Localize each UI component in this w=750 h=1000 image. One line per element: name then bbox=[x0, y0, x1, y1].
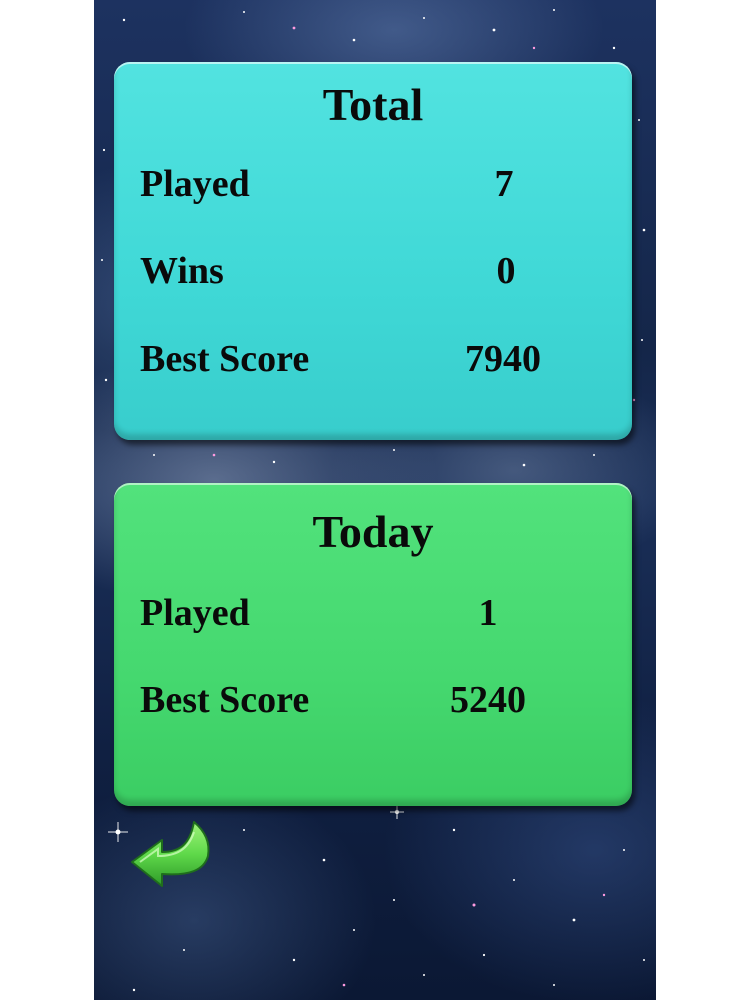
back-arrow-icon bbox=[131, 821, 210, 887]
total-wins-label: Wins bbox=[140, 250, 224, 292]
total-best-score-label: Best Score bbox=[140, 338, 310, 380]
game-stats-screen: Total Played 7 Wins 0 Best Score 7940 To… bbox=[94, 0, 656, 1000]
today-played-value: 1 bbox=[478, 592, 498, 634]
today-stats-panel: Today Played 1 Best Score 5240 bbox=[114, 483, 632, 806]
back-button[interactable] bbox=[128, 814, 218, 894]
today-best-score-value: 5240 bbox=[450, 679, 526, 721]
total-best-score-value: 7940 bbox=[465, 338, 541, 380]
total-wins-value: 0 bbox=[496, 250, 516, 292]
today-best-score-label: Best Score bbox=[140, 679, 310, 721]
total-played-value: 7 bbox=[494, 163, 514, 205]
total-stats-panel: Total Played 7 Wins 0 Best Score 7940 bbox=[114, 62, 632, 440]
today-title: Today bbox=[312, 506, 434, 557]
total-played-label: Played bbox=[140, 163, 250, 205]
today-played-label: Played bbox=[140, 592, 250, 634]
total-title: Total bbox=[322, 79, 424, 130]
